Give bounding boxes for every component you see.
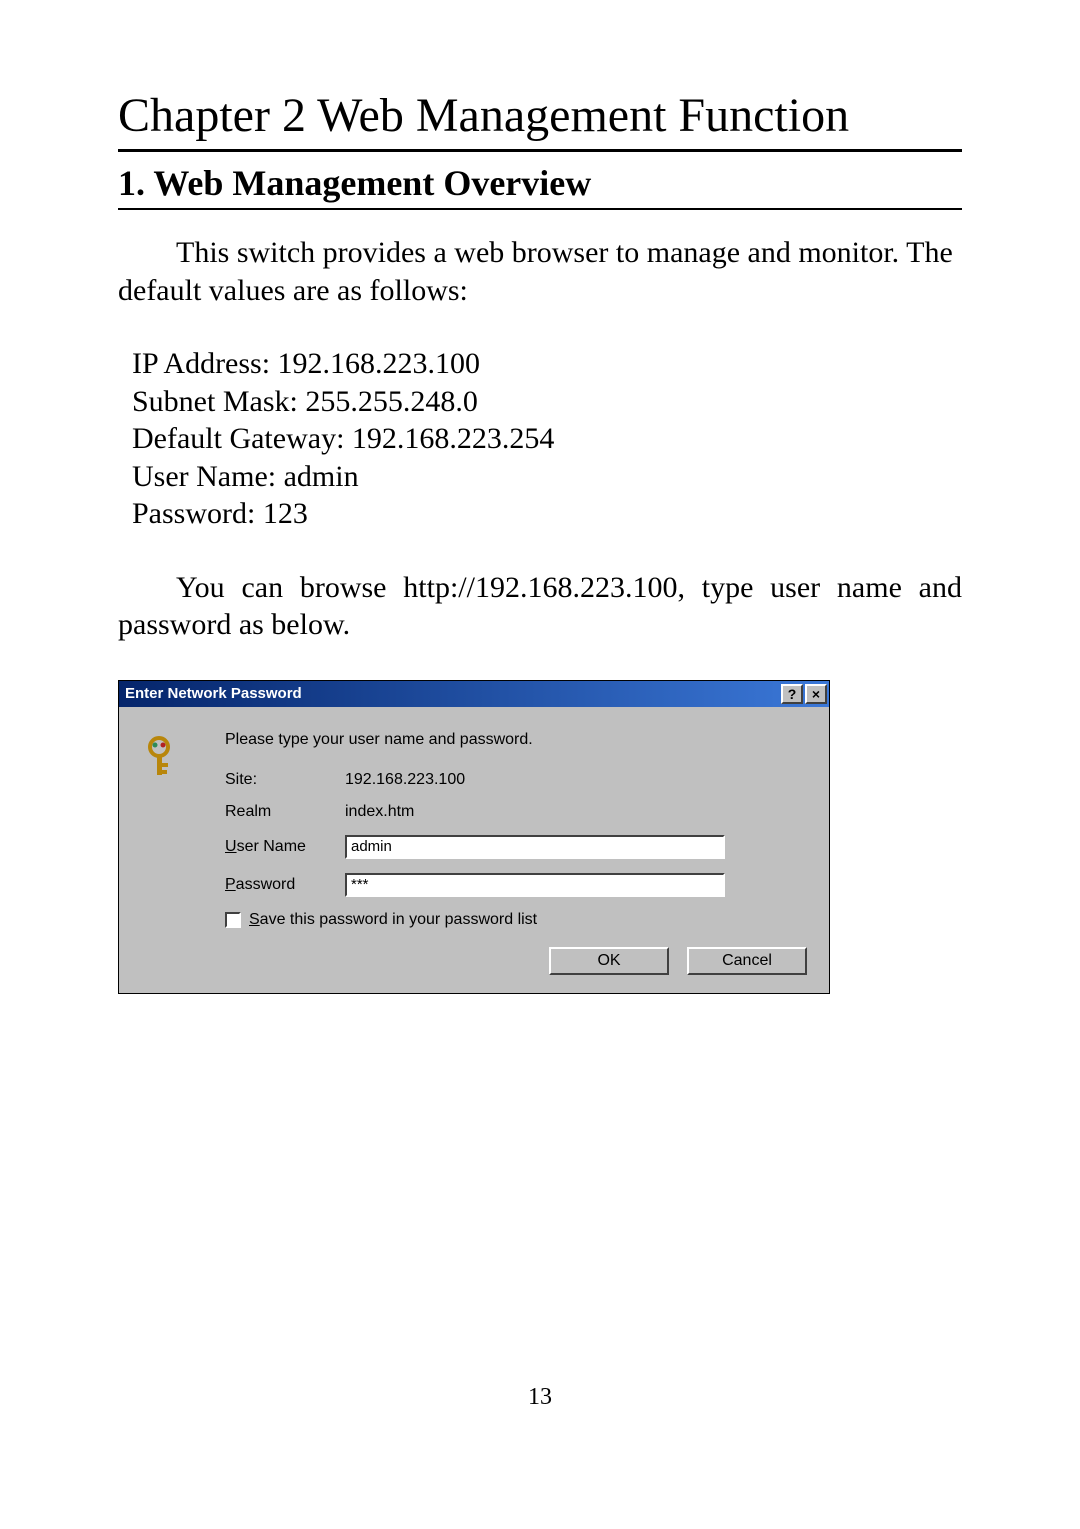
save-password-checkbox[interactable] [225, 912, 241, 928]
key-icon [145, 766, 185, 783]
username-label: User Name [225, 838, 345, 856]
ok-button[interactable]: OK [549, 947, 669, 975]
instruction-paragraph: You can browse http://192.168.223.100, t… [118, 569, 962, 644]
defaults-list: IP Address: 192.168.223.100 Subnet Mask:… [132, 345, 962, 533]
password-input[interactable]: *** [345, 873, 725, 897]
chapter-title: Chapter 2 Web Management Function [118, 88, 962, 152]
help-button[interactable]: ? [781, 684, 803, 704]
password-dialog: Enter Network Password ? × Pl [118, 680, 830, 994]
section-title: 1. Web Management Overview [118, 162, 962, 210]
username-input[interactable]: admin [345, 835, 725, 859]
default-gateway: Default Gateway: 192.168.223.254 [132, 420, 962, 458]
close-button[interactable]: × [805, 684, 827, 704]
realm-label: Realm [225, 803, 345, 821]
site-value: 192.168.223.100 [345, 771, 465, 789]
intro-paragraph: This switch provides a web browser to ma… [118, 234, 962, 309]
page-number: 13 [0, 1384, 1080, 1411]
default-subnet: Subnet Mask: 255.255.248.0 [132, 383, 962, 421]
default-password: Password: 123 [132, 495, 962, 533]
dialog-title: Enter Network Password [125, 685, 781, 702]
dialog-prompt: Please type your user name and password. [225, 731, 811, 749]
default-ip: IP Address: 192.168.223.100 [132, 345, 962, 383]
site-label: Site: [225, 771, 345, 789]
site-row: Site: 192.168.223.100 [225, 771, 811, 789]
password-label: Password [225, 876, 345, 894]
save-password-label: Save this password in your password list [249, 911, 537, 929]
dialog-titlebar[interactable]: Enter Network Password ? × [119, 681, 829, 707]
default-username: User Name: admin [132, 458, 962, 496]
password-row: Password *** [225, 873, 811, 897]
realm-value: index.htm [345, 803, 414, 821]
save-password-row[interactable]: Save this password in your password list [225, 911, 811, 929]
realm-row: Realm index.htm [225, 803, 811, 821]
username-row: User Name admin [225, 835, 811, 859]
cancel-button[interactable]: Cancel [687, 947, 807, 975]
